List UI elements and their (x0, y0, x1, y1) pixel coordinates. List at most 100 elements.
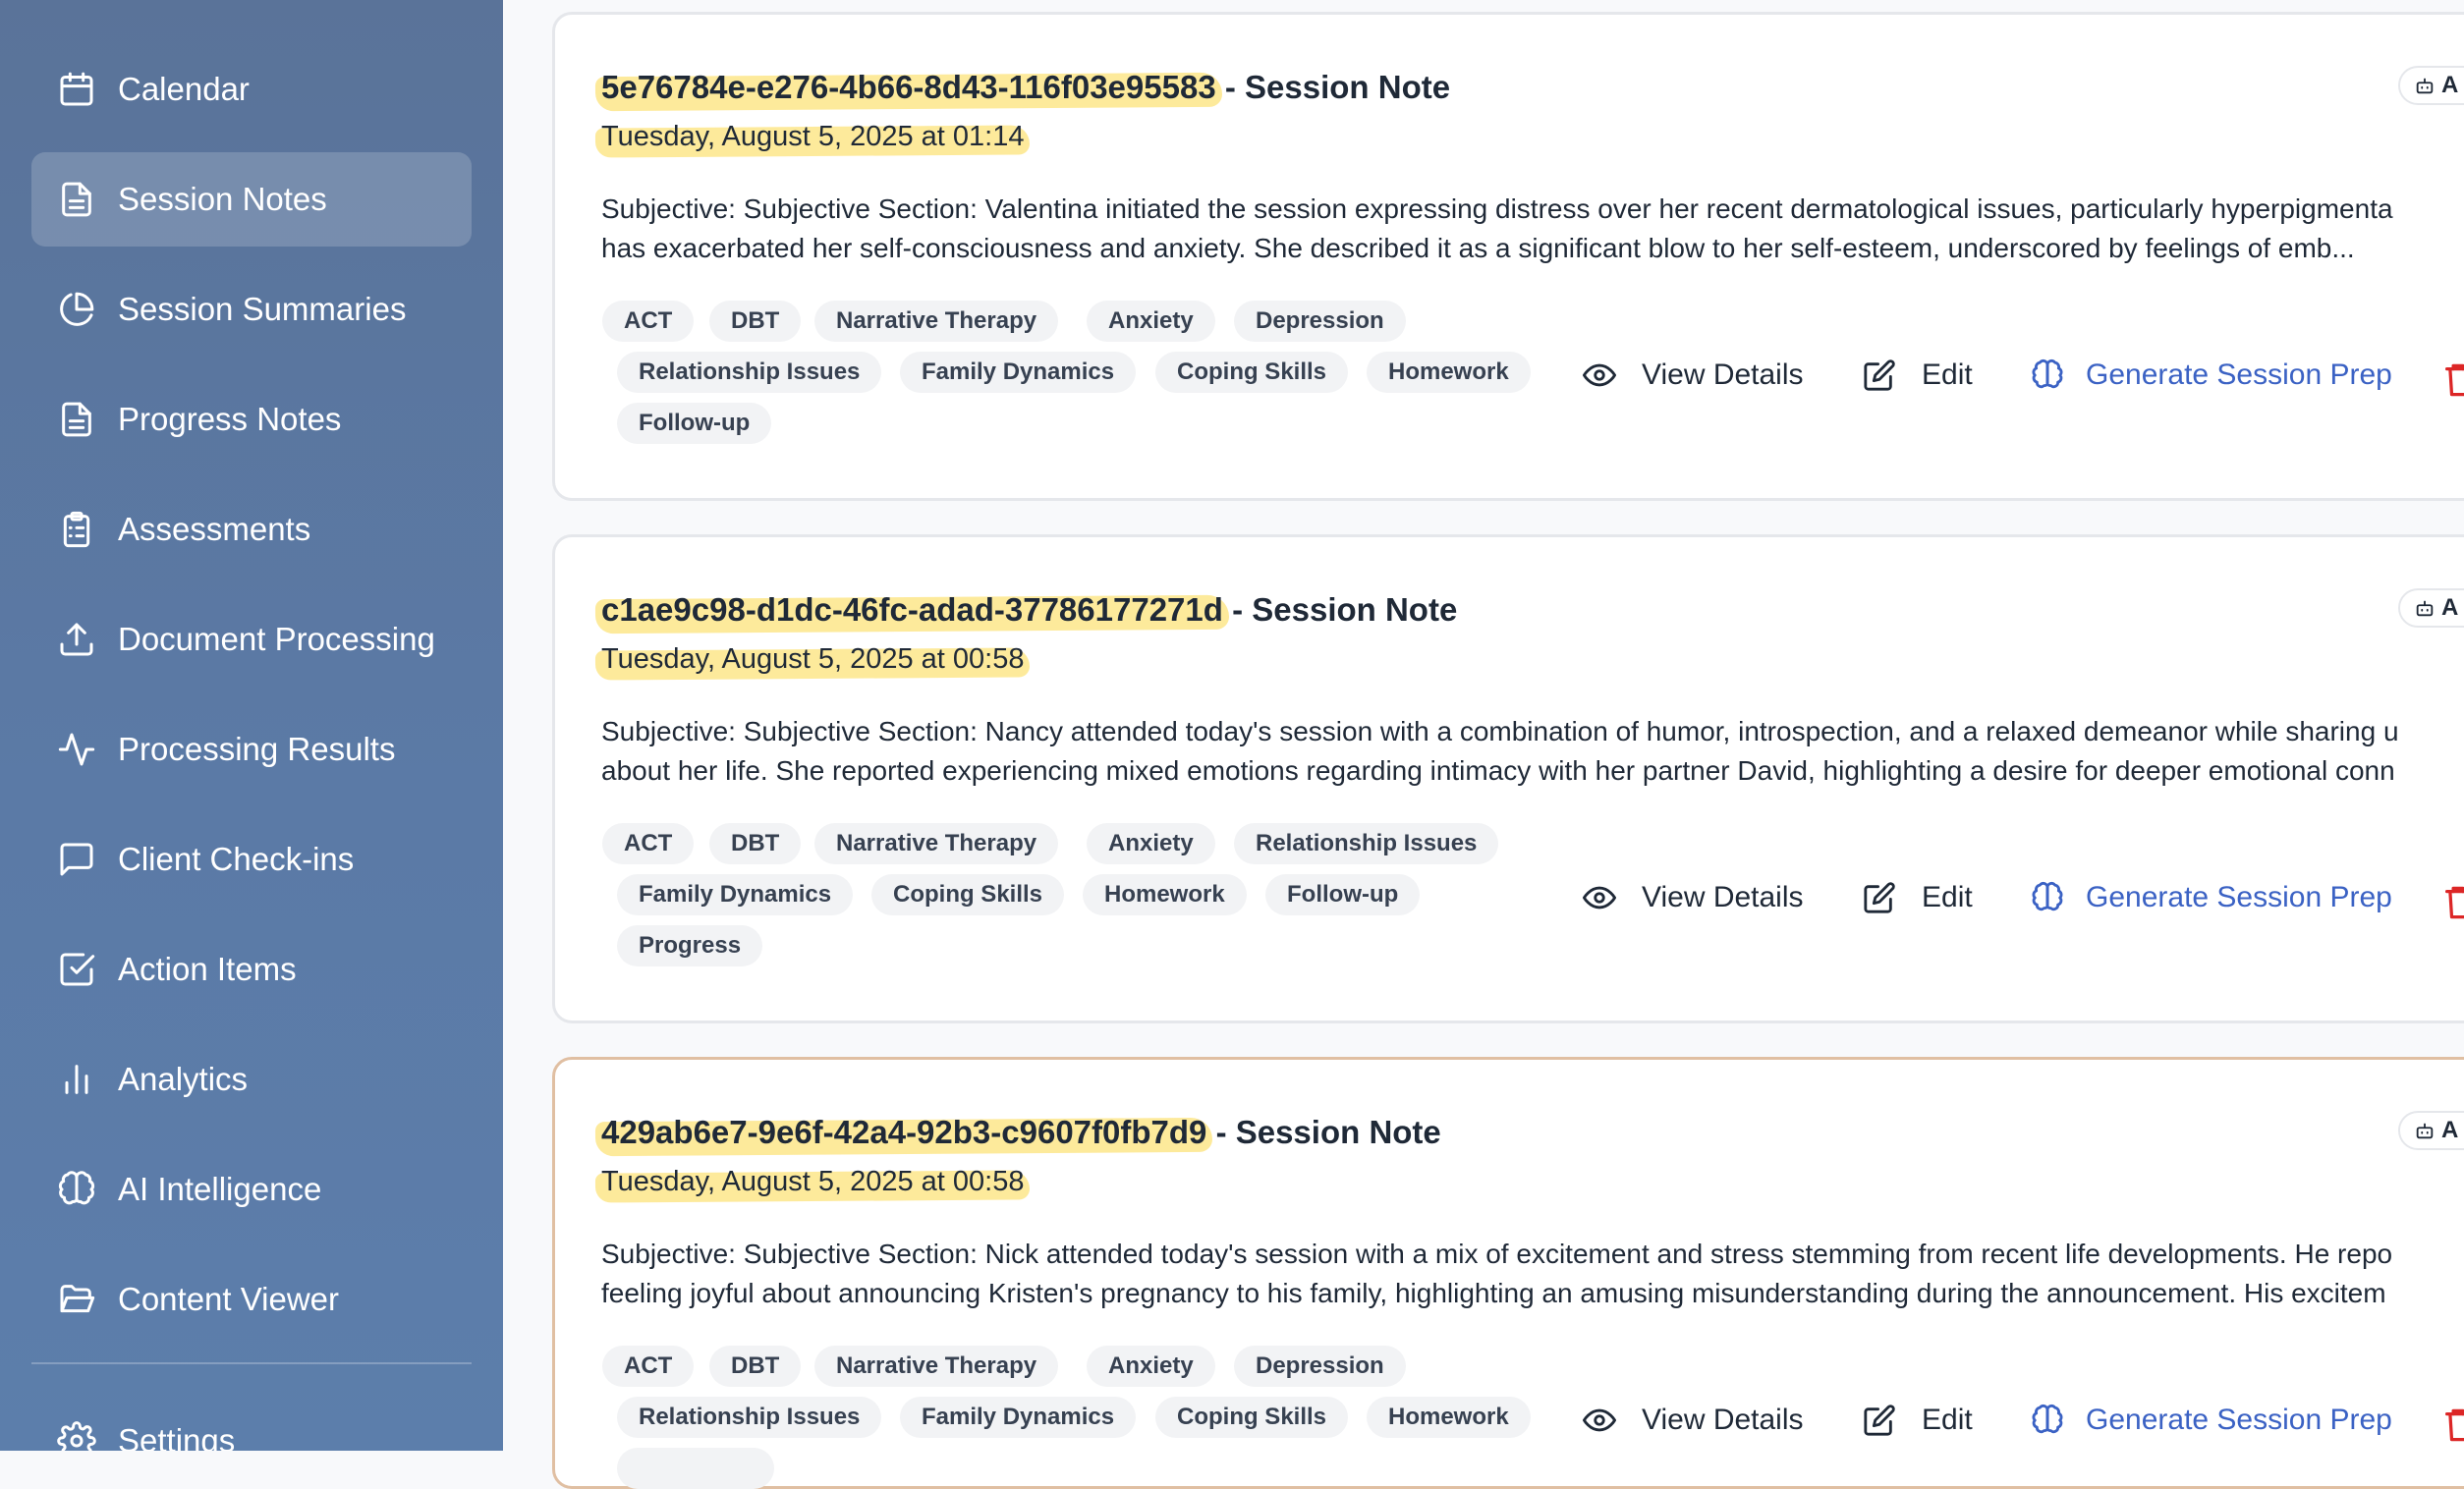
generate-session-prep-button[interactable]: Generate Session Prep (2031, 881, 2392, 914)
sidebar-item-document-processing[interactable]: Document Processing (31, 592, 472, 687)
summary-line: about her life. She reported experiencin… (601, 755, 2395, 786)
note-date-text: Tuesday, August 5, 2025 at 01:14 (601, 121, 1025, 152)
note-title-suffix: - Session Note (1232, 591, 1458, 628)
sidebar-item-processing-results[interactable]: Processing Results (31, 702, 472, 797)
ai-badge[interactable]: A (2398, 588, 2464, 628)
upload-icon (57, 620, 96, 659)
ai-badge-label: A (2441, 1117, 2459, 1143)
edit-label: Edit (1922, 1404, 1973, 1436)
generate-session-prep-label: Generate Session Prep (2086, 358, 2392, 391)
sidebar-item-client-check-ins[interactable]: Client Check-ins (31, 812, 472, 907)
tag: Relationship Issues (1234, 823, 1499, 864)
sidebar-item-label: Document Processing (118, 621, 435, 657)
message-square-icon (57, 840, 96, 879)
sidebar-item-label: Assessments (118, 511, 311, 547)
tag: Coping Skills (1155, 1397, 1349, 1438)
edit-button[interactable]: Edit (1863, 358, 1973, 392)
note-id[interactable]: 5e76784e-e276-4b66-8d43-116f03e95583 (601, 69, 1216, 105)
tag: Anxiety (1087, 301, 1215, 342)
tag: DBT (709, 301, 802, 342)
note-date: Tuesday, August 5, 2025 at 01:14 (601, 121, 1024, 153)
note-id[interactable]: c1ae9c98-d1dc-46fc-adad-37786177271d (601, 591, 1223, 628)
gear-icon (57, 1421, 96, 1451)
sidebar-item-label: AI Intelligence (118, 1171, 322, 1207)
sidebar-item-label: Analytics (118, 1061, 249, 1097)
note-title-suffix: - Session Note (1215, 1114, 1441, 1150)
tag: DBT (709, 823, 802, 864)
brain-icon (2032, 358, 2063, 389)
tag: Narrative Therapy (814, 823, 1059, 864)
tag: Coping Skills (1155, 352, 1349, 393)
note-title: c1ae9c98-d1dc-46fc-adad-37786177271d - S… (601, 591, 1457, 629)
sidebar-item-action-items[interactable]: Action Items (31, 922, 472, 1017)
sidebar-item-assessments[interactable]: Assessments (31, 482, 472, 577)
sidebar-item-content-viewer[interactable]: Content Viewer (31, 1252, 472, 1347)
sidebar-item-analytics[interactable]: Analytics (31, 1032, 472, 1127)
activity-icon (57, 730, 96, 769)
view-details-label: View Details (1642, 358, 1804, 391)
edit-label: Edit (1922, 881, 1973, 913)
generate-session-prep-button[interactable]: Generate Session Prep (2031, 1404, 2392, 1437)
robot-icon (2416, 1123, 2434, 1139)
edit-icon (1864, 359, 1895, 391)
edit-icon (1864, 882, 1895, 913)
view-details-label: View Details (1642, 1404, 1804, 1436)
view-details-button[interactable]: View Details (1583, 881, 1804, 914)
edit-button[interactable]: Edit (1863, 881, 1973, 914)
summary-line: Subjective: Subjective Section: Nancy at… (601, 716, 2399, 746)
tag: Anxiety (1087, 823, 1215, 864)
sidebar-item-session-summaries[interactable]: Session Summaries (31, 262, 472, 357)
tag: Family Dynamics (900, 352, 1137, 393)
summary-line: feeling joyful about announcing Kristen'… (601, 1278, 2386, 1308)
trash-icon[interactable] (2445, 1407, 2464, 1443)
bar-chart-icon (57, 1060, 96, 1099)
tag: DBT (709, 1346, 802, 1387)
sidebar-item-label: Progress Notes (118, 401, 342, 437)
note-title: 5e76784e-e276-4b66-8d43-116f03e95583 - S… (601, 69, 1450, 106)
tag: Follow-up (617, 403, 772, 444)
session-note-card[interactable]: 429ab6e7-9e6f-42a4-92b3-c9607f0fb7d9 - S… (552, 1057, 2464, 1489)
tag: Homework (1367, 1397, 1531, 1438)
sidebar-item-label: Settings (118, 1422, 236, 1451)
note-summary: Subjective: Subjective Section: Nick att… (601, 1235, 2392, 1313)
note-summary: Subjective: Subjective Section: Valentin… (601, 190, 2393, 268)
note-id[interactable]: 429ab6e7-9e6f-42a4-92b3-c9607f0fb7d9 (601, 1114, 1206, 1150)
sidebar-item-ai-intelligence[interactable]: AI Intelligence (31, 1142, 472, 1237)
note-date: Tuesday, August 5, 2025 at 00:58 (601, 1166, 1024, 1198)
pie-chart-icon (57, 290, 96, 329)
tag: Family Dynamics (617, 874, 854, 915)
sidebar-item-settings[interactable]: Settings (31, 1394, 472, 1451)
ai-badge[interactable]: A (2398, 66, 2464, 105)
tag: Progress (617, 925, 763, 966)
edit-button[interactable]: Edit (1863, 1404, 1973, 1437)
ai-badge-label: A (2441, 72, 2459, 98)
brain-icon (57, 1170, 96, 1209)
trash-icon[interactable] (2445, 362, 2464, 398)
tag: Depression (1234, 1346, 1406, 1387)
sidebar-item-session-notes[interactable]: Session Notes (31, 152, 472, 247)
view-details-button[interactable]: View Details (1583, 1404, 1804, 1437)
tag: Follow-up (1265, 874, 1421, 915)
edit-label: Edit (1922, 358, 1973, 391)
ai-badge[interactable]: A (2398, 1111, 2464, 1150)
check-square-icon (57, 950, 96, 989)
note-summary: Subjective: Subjective Section: Nancy at… (601, 712, 2399, 791)
sidebar-item-label: Content Viewer (118, 1281, 340, 1317)
sidebar: Calendar Session Notes Session Summaries… (0, 0, 503, 1451)
session-note-card[interactable]: 5e76784e-e276-4b66-8d43-116f03e95583 - S… (552, 12, 2464, 501)
tag: Homework (1367, 352, 1531, 393)
robot-icon (2416, 78, 2434, 94)
trash-icon[interactable] (2445, 885, 2464, 920)
session-note-card[interactable]: c1ae9c98-d1dc-46fc-adad-37786177271d - S… (552, 534, 2464, 1023)
sidebar-item-progress-notes[interactable]: Progress Notes (31, 372, 472, 467)
note-date: Tuesday, August 5, 2025 at 00:58 (601, 643, 1024, 676)
sidebar-item-label: Calendar (118, 71, 250, 107)
generate-session-prep-label: Generate Session Prep (2086, 881, 2392, 913)
calendar-icon (57, 70, 96, 109)
sidebar-item-calendar[interactable]: Calendar (31, 42, 472, 137)
tag: Coping Skills (871, 874, 1065, 915)
generate-session-prep-button[interactable]: Generate Session Prep (2031, 358, 2392, 392)
sidebar-item-label: Session Notes (118, 181, 327, 217)
view-details-button[interactable]: View Details (1583, 358, 1804, 392)
edit-icon (1864, 1405, 1895, 1436)
